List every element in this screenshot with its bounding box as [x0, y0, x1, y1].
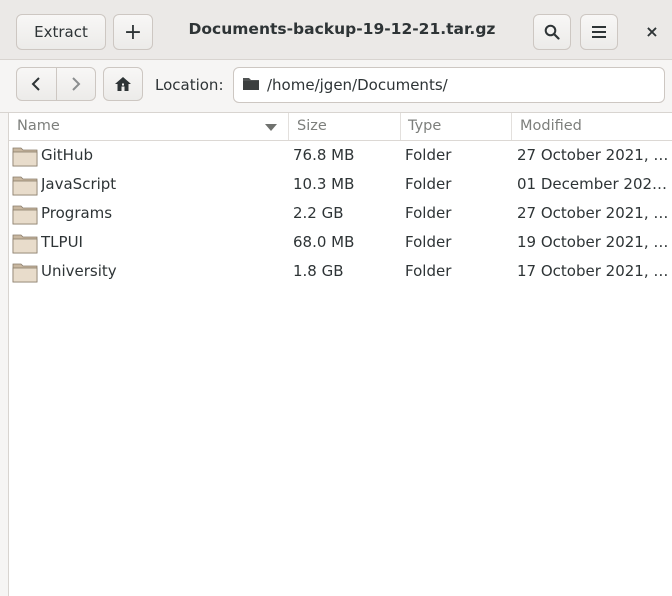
file-size: 68.0 MB	[293, 233, 355, 251]
location-field[interactable]: /home/jgen/Documents/	[233, 67, 665, 103]
sort-descending-icon[interactable]	[265, 124, 277, 131]
location-toolbar: Location: /home/jgen/Documents/	[0, 60, 672, 113]
table-row[interactable]: Programs 2.2 GB Folder 27 October 2021, …	[9, 199, 672, 228]
home-button[interactable]	[103, 67, 143, 101]
location-label: Location:	[155, 76, 224, 94]
home-icon	[115, 77, 131, 91]
folder-icon	[12, 234, 38, 254]
column-header-modified[interactable]: Modified	[511, 113, 672, 140]
file-type: Folder	[405, 233, 452, 251]
archive-manager-window: Extract + Documents-backup-19-12-21.tar.…	[0, 0, 672, 596]
hamburger-menu-icon	[592, 26, 606, 38]
folder-icon	[12, 147, 38, 167]
file-name: University	[41, 262, 117, 280]
file-size: 76.8 MB	[293, 146, 355, 164]
folder-icon	[12, 205, 38, 225]
column-header-size[interactable]: Size	[288, 113, 400, 140]
file-name: Programs	[41, 204, 113, 222]
file-modified: 27 October 2021, 2…	[517, 146, 671, 164]
window-title: Documents-backup-19-12-21.tar.gz	[188, 20, 496, 38]
file-size: 1.8 GB	[293, 262, 344, 280]
file-type: Folder	[405, 146, 452, 164]
file-size: 2.2 GB	[293, 204, 344, 222]
file-type: Folder	[405, 175, 452, 193]
search-icon	[544, 24, 560, 40]
file-type: Folder	[405, 262, 452, 280]
file-type: Folder	[405, 204, 452, 222]
folder-icon	[12, 176, 38, 196]
file-modified: 17 October 2021, 13…	[517, 262, 671, 280]
file-name: GitHub	[41, 146, 93, 164]
back-button[interactable]	[17, 68, 56, 100]
folder-icon	[242, 76, 260, 95]
file-modified: 01 December 2021, …	[517, 175, 671, 193]
add-files-button[interactable]: +	[113, 14, 153, 50]
table-row[interactable]: TLPUI 68.0 MB Folder 19 October 2021, 2…	[9, 228, 672, 257]
extract-button[interactable]: Extract	[16, 14, 106, 50]
column-header-row: Name Size Type Modified	[9, 113, 672, 141]
chevron-left-icon	[31, 77, 40, 91]
table-row[interactable]: JavaScript 10.3 MB Folder 01 December 20…	[9, 170, 672, 199]
column-header-name[interactable]: Name	[17, 113, 287, 140]
chevron-right-icon	[72, 77, 81, 91]
file-size: 10.3 MB	[293, 175, 355, 193]
folder-icon	[12, 263, 38, 283]
navigation-buttons	[16, 67, 96, 101]
search-button[interactable]	[533, 14, 571, 50]
menu-button[interactable]	[580, 14, 618, 50]
close-button[interactable]: ×	[640, 22, 664, 42]
file-list: Name Size Type Modified GitHub 76.8 MB F…	[8, 113, 672, 596]
forward-button[interactable]	[55, 68, 96, 100]
file-modified: 19 October 2021, 2…	[517, 233, 671, 251]
table-row[interactable]: GitHub 76.8 MB Folder 27 October 2021, 2…	[9, 141, 672, 170]
location-path: /home/jgen/Documents/	[267, 76, 448, 94]
header-bar: Extract + Documents-backup-19-12-21.tar.…	[0, 0, 672, 60]
file-modified: 27 October 2021, 2…	[517, 204, 671, 222]
column-header-type[interactable]: Type	[400, 113, 512, 140]
file-name: TLPUI	[41, 233, 83, 251]
file-name: JavaScript	[41, 175, 117, 193]
table-row[interactable]: University 1.8 GB Folder 17 October 2021…	[9, 257, 672, 286]
